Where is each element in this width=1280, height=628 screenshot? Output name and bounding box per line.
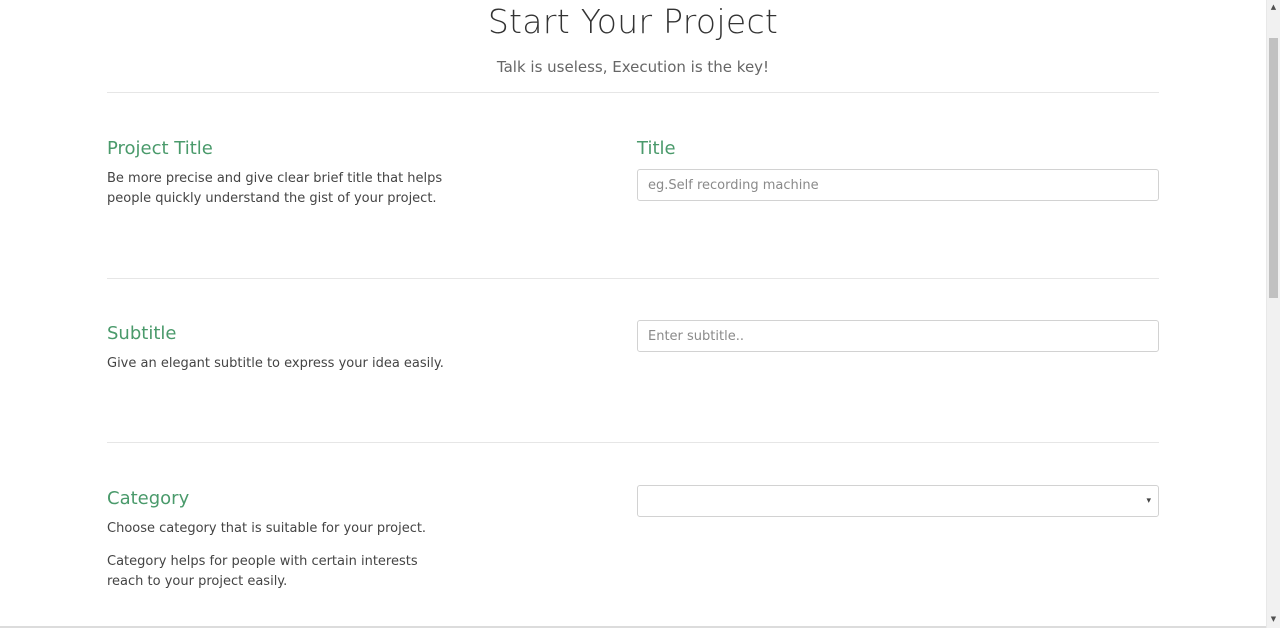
title-input[interactable]: [637, 169, 1159, 201]
project-title-description: Be more precise and give clear brief tit…: [107, 171, 443, 206]
chevron-down-icon: ▾: [1146, 496, 1151, 506]
header-divider: [107, 92, 1159, 93]
main-content: Start Your Project Talk is useless, Exec…: [0, 0, 1266, 628]
page: Start Your Project Talk is useless, Exec…: [0, 0, 1280, 628]
category-help-text: Category helps for people with certain i…: [107, 554, 418, 589]
subtitle-description: Give an elegant subtitle to express your…: [107, 356, 444, 371]
scrollbar-thumb[interactable]: [1269, 38, 1278, 298]
project-title-heading: Project Title: [107, 138, 213, 159]
page-subtitle: Talk is useless, Execution is the key!: [496, 58, 770, 76]
subtitle-heading: Subtitle: [107, 323, 177, 344]
category-description: Choose category that is suitable for you…: [107, 521, 427, 536]
category-select[interactable]: ▾: [637, 485, 1159, 517]
page-title: Start Your Project: [487, 2, 779, 41]
title-field-label: Title: [637, 138, 676, 159]
category-heading: Category: [107, 488, 190, 509]
vertical-scrollbar[interactable]: ▲ ▼: [1266, 0, 1280, 628]
subtitle-input[interactable]: [637, 320, 1159, 352]
scroll-up-icon[interactable]: ▲: [1267, 0, 1280, 14]
scroll-down-icon[interactable]: ▼: [1267, 612, 1280, 626]
section-divider-1: [107, 278, 1159, 279]
section-divider-2: [107, 442, 1159, 443]
